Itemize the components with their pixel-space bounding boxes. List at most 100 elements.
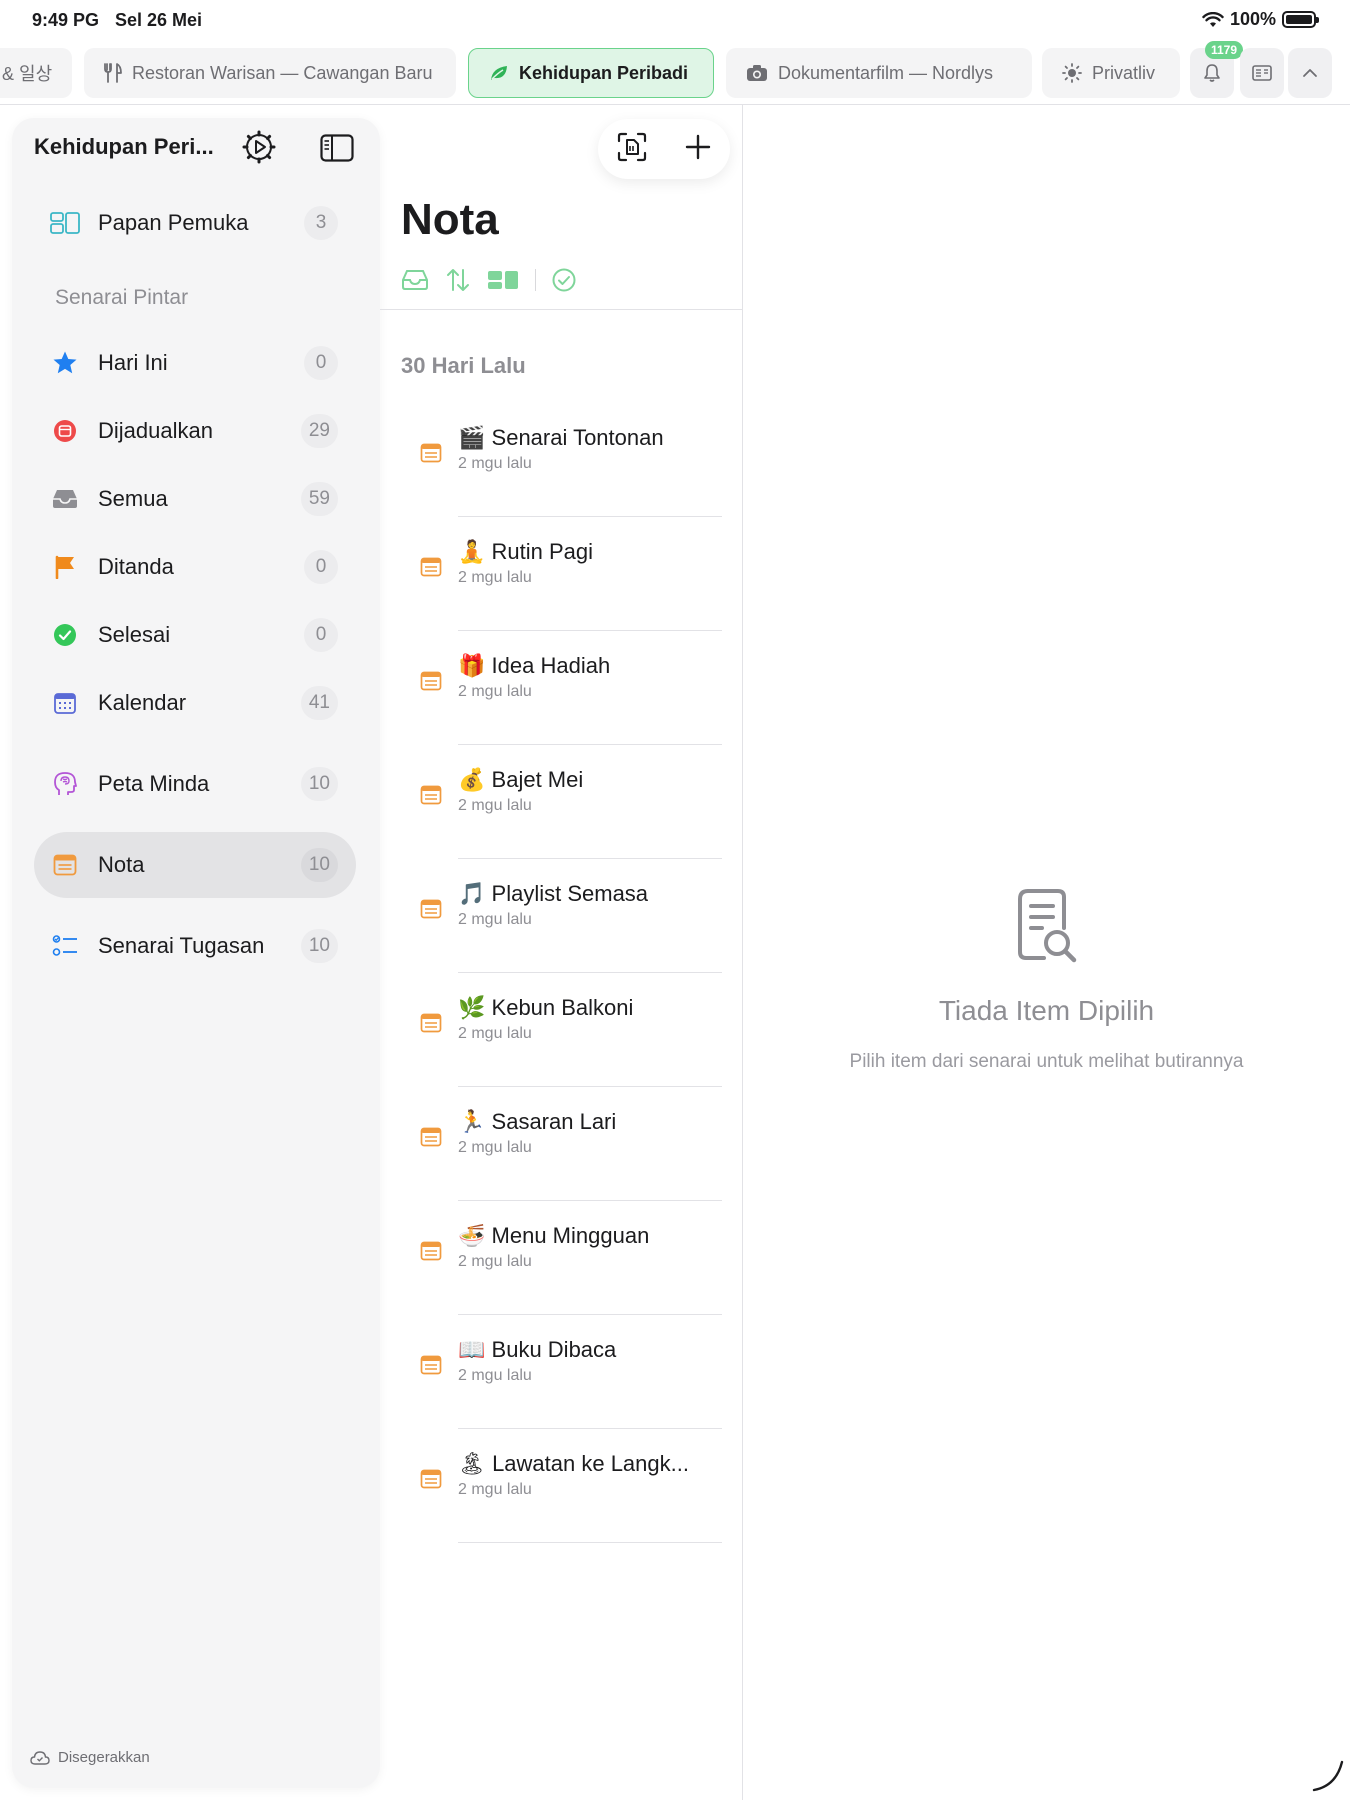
tab-strip: & 일상 Restoran Warisan — Cawangan Baru Ke… — [0, 41, 1350, 104]
note-list-item[interactable]: 🍜 Menu Mingguan 2 mgu lalu — [380, 1201, 743, 1315]
layout-toggle-icon[interactable] — [487, 269, 519, 291]
brain-head-icon — [48, 771, 82, 797]
note-timestamp: 2 mgu lalu — [458, 797, 532, 814]
note-title: 💰 Bajet Mei — [458, 767, 583, 793]
note-list-item[interactable]: 🏝 Lawatan ke Langk... 2 mgu lalu — [380, 1429, 743, 1543]
note-list-item[interactable]: 🎬 Senarai Tontonan 2 mgu lalu — [380, 403, 743, 517]
note-list-item[interactable]: 🧘 Rutin Pagi 2 mgu lalu — [380, 517, 743, 631]
detail-pane: Tiada Item Dipilih Pilih item dari senar… — [743, 105, 1350, 1800]
reader-view-button[interactable] — [1240, 48, 1284, 98]
note-title: 🎁 Idea Hadiah — [458, 653, 610, 679]
tab-dokumentarfilm[interactable]: Dokumentarfilm — Nordlys — [726, 48, 1032, 98]
list-divider — [380, 309, 743, 310]
resize-handle-icon[interactable] — [1310, 1758, 1346, 1794]
note-emoji: 🧘 — [458, 539, 486, 564]
list-toolbar — [598, 119, 730, 179]
note-icon — [420, 899, 442, 924]
count-badge: 41 — [300, 686, 338, 720]
sidebar-item-dashboard[interactable]: Papan Pemuka 3 — [34, 190, 356, 256]
note-emoji: 🎬 — [458, 425, 486, 450]
note-list-item[interactable]: 💰 Bajet Mei 2 mgu lalu — [380, 745, 743, 859]
note-list-item[interactable]: 🏃 Sasaran Lari 2 mgu lalu — [380, 1087, 743, 1201]
sidebar-item-label: Papan Pemuka — [98, 210, 249, 235]
tab-label: Kehidupan Peribadi — [519, 62, 689, 83]
notification-badge: 1179 — [1205, 41, 1244, 59]
note-timestamp: 2 mgu lalu — [458, 1139, 532, 1156]
count-badge: 10 — [300, 929, 338, 963]
note-emoji: 🎵 — [458, 881, 486, 906]
note-timestamp: 2 mgu lalu — [458, 1253, 532, 1270]
count-badge: 3 — [304, 206, 338, 240]
note-timestamp: 2 mgu lalu — [458, 1367, 532, 1384]
note-title-text: Sasaran Lari — [491, 1109, 617, 1134]
sidebar-item-label: Semua — [98, 486, 168, 511]
sort-icon[interactable] — [445, 268, 471, 292]
note-list-item[interactable]: 🎵 Playlist Semasa 2 mgu lalu — [380, 859, 743, 973]
note-icon — [48, 854, 82, 876]
chevron-up-icon — [1303, 69, 1317, 77]
sidebar-toggle-icon[interactable] — [320, 134, 354, 162]
count-badge: 0 — [304, 550, 338, 584]
calendar-clock-icon — [48, 419, 82, 443]
sidebar-item-label: Selesai — [98, 622, 171, 647]
scan-document-button[interactable] — [617, 132, 647, 167]
sidebar-item-kalendar[interactable]: Kalendar 41 — [34, 670, 356, 736]
group-header: 30 Hari Lalu — [401, 353, 526, 378]
note-emoji: 🎁 — [458, 653, 486, 678]
star-icon — [48, 350, 82, 376]
note-title-text: Idea Hadiah — [491, 653, 611, 678]
note-title: 🎵 Playlist Semasa — [458, 881, 648, 907]
completed-filter-icon[interactable] — [552, 268, 576, 292]
calendar-icon — [48, 691, 82, 715]
sidebar: Kehidupan Peri... Papan Pemuka 3 Senarai… — [12, 118, 380, 1788]
note-icon — [420, 443, 442, 468]
sidebar-item-semua[interactable]: Semua 59 — [34, 466, 356, 532]
sidebar-item-ditanda[interactable]: Ditanda 0 — [34, 534, 356, 600]
note-emoji: 🏃 — [458, 1109, 486, 1134]
note-timestamp: 2 mgu lalu — [458, 455, 532, 472]
settings-gear-icon[interactable] — [242, 130, 276, 164]
add-note-button[interactable] — [685, 134, 711, 165]
battery-percent: 100% — [1229, 9, 1276, 29]
sidebar-item-dijadualkan[interactable]: Dijadualkan 29 — [34, 398, 356, 464]
workspace-title[interactable]: Kehidupan Peri... — [34, 134, 214, 160]
note-icon — [420, 1013, 442, 1038]
sidebar-item-hari-ini[interactable]: Hari Ini 0 — [34, 330, 356, 396]
page-title: Nota — [401, 195, 499, 244]
collapse-tabs-button[interactable] — [1288, 48, 1332, 98]
note-list-item[interactable]: 🌿 Kebun Balkoni 2 mgu lalu — [380, 973, 743, 1087]
leaf-icon — [489, 64, 509, 82]
note-title-text: Senarai Tontonan — [491, 425, 664, 450]
tab-label: Privatliv — [1092, 62, 1156, 83]
sidebar-item-label: Ditanda — [98, 554, 174, 579]
list-filter-bar — [401, 268, 576, 292]
plus-icon — [685, 134, 711, 159]
inbox-filter-icon[interactable] — [401, 269, 429, 291]
note-emoji: 🍜 — [458, 1223, 486, 1248]
note-title-text: Bajet Mei — [491, 767, 584, 792]
camera-icon — [746, 64, 768, 82]
note-timestamp: 2 mgu lalu — [458, 683, 532, 700]
tab-kehidupan-peribadi[interactable]: Kehidupan Peribadi — [468, 48, 714, 98]
sidebar-item-label: Nota — [98, 852, 145, 877]
tab-restoran-warisan[interactable]: Restoran Warisan — Cawangan Baru — [84, 48, 456, 98]
note-list-item[interactable]: 📖 Buku Dibaca 2 mgu lalu — [380, 1315, 743, 1429]
note-title-text: Lawatan ke Langk... — [492, 1451, 689, 1476]
note-title-text: Menu Mingguan — [491, 1223, 650, 1248]
sidebar-item-peta-minda[interactable]: Peta Minda 10 — [34, 751, 356, 817]
count-badge: 10 — [300, 767, 338, 801]
checklist-icon — [48, 934, 82, 958]
tab-privatliv[interactable]: Privatliv — [1042, 48, 1180, 98]
note-emoji: 📖 — [458, 1337, 486, 1362]
sidebar-item-selesai[interactable]: Selesai 0 — [34, 602, 356, 668]
bell-icon — [1204, 64, 1220, 82]
note-emoji: 🏝 — [458, 1451, 486, 1476]
note-list-item[interactable]: 🎁 Idea Hadiah 2 mgu lalu — [380, 631, 743, 745]
tab-daily[interactable]: & 일상 — [0, 48, 72, 98]
status-date: Sel 26 Mei — [115, 10, 203, 30]
sidebar-item-nota[interactable]: Nota 10 — [34, 832, 356, 898]
note-timestamp: 2 mgu lalu — [458, 569, 532, 586]
empty-state-subtitle: Pilih item dari senarai untuk melihat bu… — [849, 1051, 1244, 1072]
sidebar-item-senarai-tugasan[interactable]: Senarai Tugasan 10 — [34, 913, 356, 979]
note-title: 🌿 Kebun Balkoni — [458, 995, 633, 1021]
